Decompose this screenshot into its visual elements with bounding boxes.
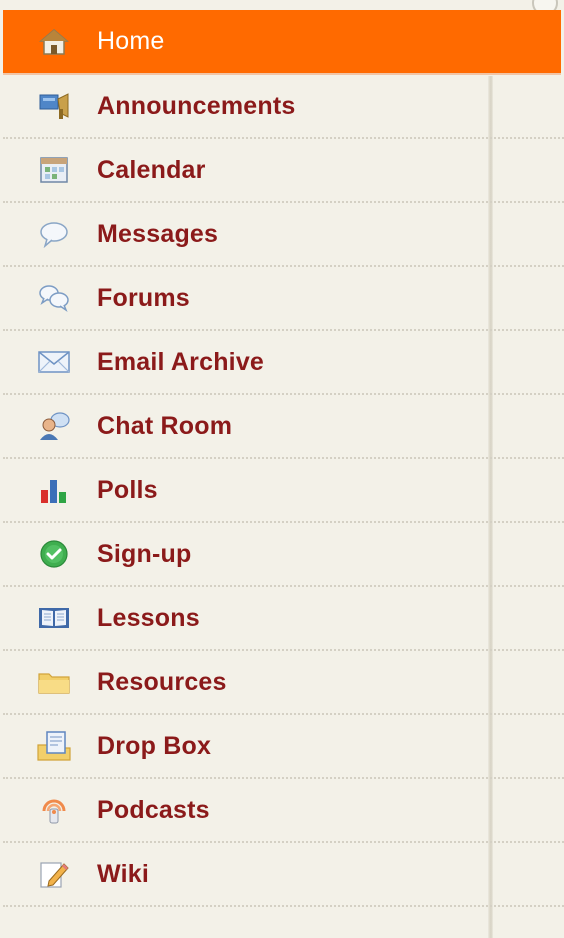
dropbox-icon <box>37 729 71 763</box>
menu-item-label: Podcasts <box>97 795 210 824</box>
menu-item-label: Messages <box>97 219 219 248</box>
menu-item-lessons[interactable]: Lessons <box>3 587 564 651</box>
menu-item-label: Drop Box <box>97 731 212 760</box>
tool-menu: Home Announcements Calendar Messages For… <box>3 10 564 907</box>
menu-item-label: Resources <box>97 667 227 696</box>
menu-item-polls[interactable]: Polls <box>3 459 564 523</box>
megaphone-icon <box>37 89 71 123</box>
site-tool-menu-frame: Home Announcements Calendar Messages For… <box>0 0 564 938</box>
menu-item-email-archive[interactable]: Email Archive <box>3 331 564 395</box>
menu-item-drop-box[interactable]: Drop Box <box>3 715 564 779</box>
pencil-icon <box>37 857 71 891</box>
menu-item-label: Announcements <box>97 91 296 120</box>
menu-item-label: Polls <box>97 475 158 504</box>
menu-item-label: Email Archive <box>97 347 265 376</box>
check-circle-icon <box>37 537 71 571</box>
folder-icon <box>37 665 71 699</box>
menu-item-label: Calendar <box>97 155 206 184</box>
menu-item-label: Home <box>97 27 165 55</box>
podcast-icon <box>37 793 71 827</box>
menu-item-announcements[interactable]: Announcements <box>3 75 564 139</box>
menu-item-label: Lessons <box>97 603 200 632</box>
menu-item-label: Sign-up <box>97 539 192 568</box>
menu-item-wiki[interactable]: Wiki <box>3 843 564 907</box>
envelope-icon <box>37 345 71 379</box>
open-book-icon <box>37 601 71 635</box>
home-icon <box>37 25 71 59</box>
menu-item-podcasts[interactable]: Podcasts <box>3 779 564 843</box>
menu-item-home[interactable]: Home <box>3 10 561 75</box>
menu-item-forums[interactable]: Forums <box>3 267 564 331</box>
menu-item-messages[interactable]: Messages <box>3 203 564 267</box>
menu-item-label: Forums <box>97 283 190 312</box>
menu-item-sign-up[interactable]: Sign-up <box>3 523 564 587</box>
menu-item-calendar[interactable]: Calendar <box>3 139 564 203</box>
menu-item-resources[interactable]: Resources <box>3 651 564 715</box>
chat-user-icon <box>37 409 71 443</box>
forum-bubbles-icon <box>37 281 71 315</box>
calendar-icon <box>37 153 71 187</box>
menu-item-chat-room[interactable]: Chat Room <box>3 395 564 459</box>
bar-chart-icon <box>37 473 71 507</box>
speech-bubble-icon <box>37 217 71 251</box>
menu-item-label: Chat Room <box>97 411 233 440</box>
menu-item-label: Wiki <box>97 859 149 888</box>
